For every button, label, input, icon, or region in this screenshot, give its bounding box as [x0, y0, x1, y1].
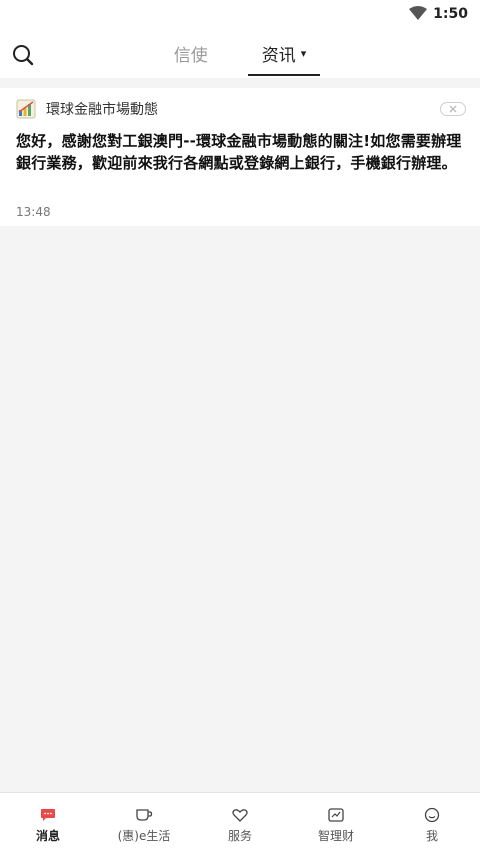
chart-icon	[327, 807, 345, 823]
tab-messenger-label: 信使	[173, 45, 208, 66]
message-card-header: 環球金融市場動態	[16, 98, 466, 120]
sender-name: 環球金融市場動態	[46, 102, 158, 118]
nav-item-label: 服务	[227, 829, 252, 843]
nav-item-label: (惠)e生活	[117, 829, 171, 843]
tab-bar: 信使 资讯 ▾	[0, 28, 480, 78]
tab-messenger[interactable]: 信使	[160, 28, 222, 78]
message-body: 您好，感謝您對工銀澳門--環球金融市場動態的關注!如您需要辦理銀行業務，歡迎前來…	[16, 132, 462, 172]
search-button[interactable]	[10, 42, 36, 68]
wifi-icon	[409, 5, 428, 24]
status-bar: 1:50	[0, 0, 480, 28]
message-card[interactable]: 環球金融市場動態 您好，感謝您對工銀澳門--環球金融市場動態的關注!如您需要辦理…	[0, 88, 480, 226]
nav-item-wealth[interactable]: 智理财	[288, 793, 384, 853]
dismiss-button[interactable]	[440, 102, 466, 116]
nav-item-messages[interactable]: 消息	[0, 793, 96, 853]
coffee-cup-icon	[135, 807, 153, 823]
search-icon	[13, 45, 34, 66]
sender-avatar-icon	[16, 99, 36, 119]
nav-item-me[interactable]: 我	[384, 793, 480, 853]
smile-icon	[423, 807, 441, 823]
chat-bubble-icon	[39, 807, 57, 823]
status-time: 1:50	[433, 6, 468, 22]
heart-icon	[231, 807, 249, 823]
message-timestamp: 13:48	[16, 205, 51, 219]
nav-item-services[interactable]: 服务	[192, 793, 288, 853]
nav-item-label: 消息	[35, 829, 60, 843]
nav-item-elife[interactable]: (惠)e生活	[96, 793, 192, 853]
caret-down-icon: ▾	[300, 46, 307, 60]
tab-news-label: 资讯	[261, 45, 296, 66]
nav-item-label: 智理财	[317, 829, 354, 843]
header-divider	[0, 78, 480, 88]
nav-item-label: 我	[425, 829, 438, 843]
close-icon	[449, 105, 457, 113]
top-header: 信使 资讯 ▾	[0, 28, 480, 78]
tab-news[interactable]: 资讯 ▾	[247, 28, 321, 78]
bottom-navigation: 消息 (惠)e生活 服务 智理财 我	[0, 792, 480, 853]
